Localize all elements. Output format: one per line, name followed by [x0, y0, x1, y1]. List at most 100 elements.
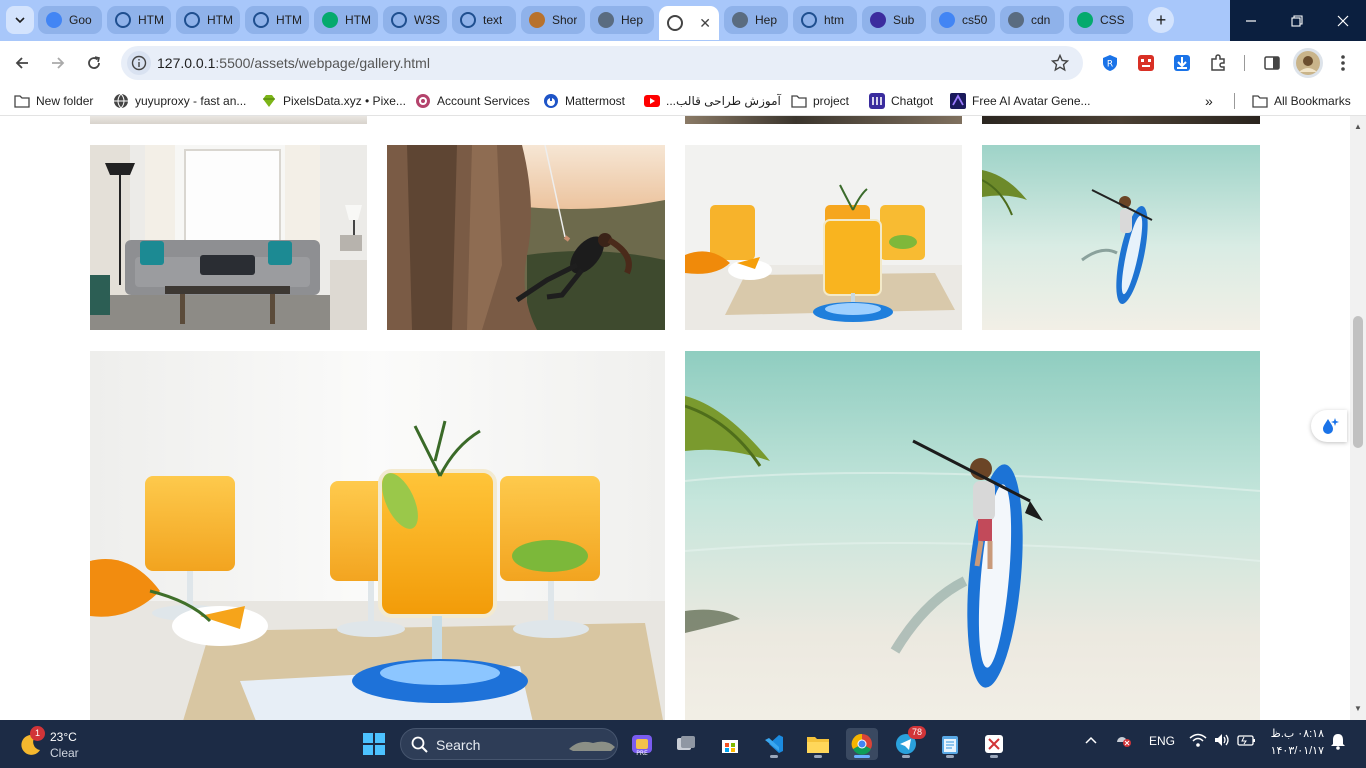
taskbar-telegram-app[interactable]: 78	[890, 726, 926, 760]
windows-taskbar: 1 23°C Clear Search PRE 78 ENG ۰۸:۱۸ ب.ظ…	[0, 720, 1366, 768]
download-icon[interactable]	[1171, 52, 1193, 74]
bookmark-youtube[interactable]: آموزش طراحی قالب...	[644, 91, 781, 111]
bookmark-star-icon[interactable]	[1050, 53, 1070, 77]
reload-button[interactable]	[80, 49, 108, 77]
browser-tab[interactable]: Shor	[521, 6, 585, 34]
page-scrollbar[interactable]: ▲ ▼	[1350, 116, 1366, 720]
extensions-puzzle-icon[interactable]	[1207, 52, 1229, 74]
bookmark-pixelsdata[interactable]: PixelsData.xyz • Pixe...	[261, 91, 406, 111]
close-icon	[1337, 15, 1349, 26]
scroll-down-arrow-icon[interactable]: ▼	[1354, 704, 1362, 713]
bookmark-chatgot[interactable]: Chatgot	[869, 91, 933, 111]
browser-tab[interactable]: CSS	[1069, 6, 1133, 34]
menu-kebab-icon[interactable]	[1332, 52, 1354, 74]
folder-icon	[1252, 93, 1268, 109]
tab-title: text	[483, 13, 503, 27]
browser-tab[interactable]: HTM	[107, 6, 171, 34]
tab-title: Sub	[893, 13, 915, 27]
show-hidden-icons-chevron-up-icon[interactable]	[1084, 733, 1098, 750]
floating-assistant-button[interactable]	[1311, 410, 1347, 442]
volume-icon[interactable]	[1213, 732, 1231, 751]
taskbar-snipping-app[interactable]	[978, 728, 1010, 760]
url-text[interactable]: 127.0.0.1:5500/assets/webpage/gallery.ht…	[157, 55, 430, 71]
scroll-up-arrow-icon[interactable]: ▲	[1354, 122, 1362, 131]
tab-close-icon[interactable]: ✕	[699, 15, 711, 32]
browser-tab[interactable]: Goo	[38, 6, 102, 34]
taskbar-file-explorer[interactable]	[802, 728, 834, 760]
browser-tab[interactable]: Hep	[724, 6, 788, 34]
extension-shield-icon[interactable]: R	[1099, 52, 1121, 74]
close-window-button[interactable]	[1320, 0, 1366, 41]
gallery-image-cut-1[interactable]	[90, 116, 367, 124]
browser-tab[interactable]: HTM	[176, 6, 240, 34]
battery-icon[interactable]	[1237, 732, 1257, 751]
back-button[interactable]	[8, 49, 36, 77]
bookmark-mattermost[interactable]: Mattermost	[543, 91, 625, 111]
site-info-icon[interactable]	[127, 51, 151, 75]
bookmark-project[interactable]: project	[791, 91, 849, 111]
bookmark-free-ai-avatar[interactable]: Free AI Avatar Gene...	[950, 91, 1091, 111]
bookmark-account-services[interactable]: Account Services	[415, 91, 530, 111]
weather-widget[interactable]: 1 23°C Clear	[18, 726, 108, 762]
notifications-bell-icon[interactable]	[1330, 732, 1346, 753]
bookmark-label: Free AI Avatar Gene...	[972, 94, 1091, 108]
orange-drinks-large-photo[interactable]	[90, 351, 665, 720]
vpn-tray-icon[interactable]	[1114, 732, 1132, 751]
language-indicator[interactable]: ENG	[1149, 734, 1175, 748]
loading-icon	[391, 12, 407, 28]
taskbar-task-view[interactable]	[670, 728, 702, 760]
taskbar-copilot-app[interactable]: PRE	[626, 728, 658, 760]
forward-button[interactable]	[44, 49, 72, 77]
active-indicator	[854, 755, 870, 758]
browser-tab[interactable]: HTM	[314, 6, 378, 34]
minimize-button[interactable]	[1228, 0, 1274, 41]
browser-tab[interactable]: Sub	[862, 6, 926, 34]
taskbar-store-app[interactable]	[714, 728, 746, 760]
browser-tab[interactable]: W3S	[383, 6, 447, 34]
scrollbar-thumb[interactable]	[1353, 316, 1363, 448]
taskbar-chrome-app[interactable]	[846, 728, 878, 760]
loading-icon	[253, 12, 269, 28]
restore-icon	[1291, 14, 1303, 27]
wifi-icon[interactable]	[1189, 732, 1207, 751]
target-icon	[460, 12, 476, 28]
paddleboard-large-photo[interactable]	[685, 351, 1260, 720]
gallery-image-cut-4[interactable]	[982, 116, 1260, 124]
system-clock[interactable]: ۰۸:۱۸ ب.ظ ۱۴۰۳/۰۱/۱۷	[1268, 726, 1324, 760]
running-indicator	[990, 755, 998, 758]
browser-tab[interactable]: cdn	[1000, 6, 1064, 34]
gallery-image-cut-3[interactable]	[685, 116, 962, 124]
living-room-photo[interactable]	[90, 145, 367, 330]
tab-search-button[interactable]	[6, 6, 34, 34]
address-bar[interactable]: 127.0.0.1:5500/assets/webpage/gallery.ht…	[121, 46, 1083, 80]
browser-tab[interactable]: cs50	[931, 6, 995, 34]
browser-tab[interactable]: text	[452, 6, 516, 34]
all-bookmarks-button[interactable]: All Bookmarks	[1252, 91, 1351, 111]
gallery-image-cut-2[interactable]	[387, 116, 665, 124]
bookmark-yuyuproxy[interactable]: yuyuproxy - fast an...	[113, 91, 246, 111]
sparkle-drop-icon	[1323, 418, 1339, 434]
extension-red-icon[interactable]	[1135, 52, 1157, 74]
paddleboard-photo[interactable]	[982, 145, 1260, 330]
url-path: :5500/assets/webpage/gallery.html	[215, 55, 430, 71]
rock-climber-photo[interactable]	[387, 145, 665, 330]
browser-tab[interactable]: htm	[793, 6, 857, 34]
bookmarks-overflow-chevron-icon[interactable]: »	[1205, 91, 1213, 111]
taskbar-notepad-app[interactable]	[934, 728, 966, 760]
taskbar-vscode-app[interactable]	[758, 728, 790, 760]
browser-tab[interactable]: Hep	[590, 6, 654, 34]
browser-tab[interactable]: HTM	[245, 6, 309, 34]
profile-avatar[interactable]	[1293, 48, 1323, 78]
restore-button[interactable]	[1274, 0, 1320, 41]
taskbar-search-box[interactable]: Search	[400, 728, 618, 760]
orange-drinks-photo[interactable]	[685, 145, 962, 330]
bookmarks-divider	[1234, 93, 1235, 109]
circle-icon	[732, 12, 748, 28]
side-panel-icon[interactable]	[1261, 52, 1283, 74]
tab-title: HTM	[345, 13, 371, 27]
bookmark-new-folder[interactable]: New folder	[14, 91, 93, 111]
new-tab-button[interactable]: +	[1148, 7, 1174, 33]
start-button[interactable]	[358, 728, 390, 760]
browser-tab[interactable]: ✕	[659, 6, 719, 40]
tab-title: Hep	[621, 13, 644, 27]
